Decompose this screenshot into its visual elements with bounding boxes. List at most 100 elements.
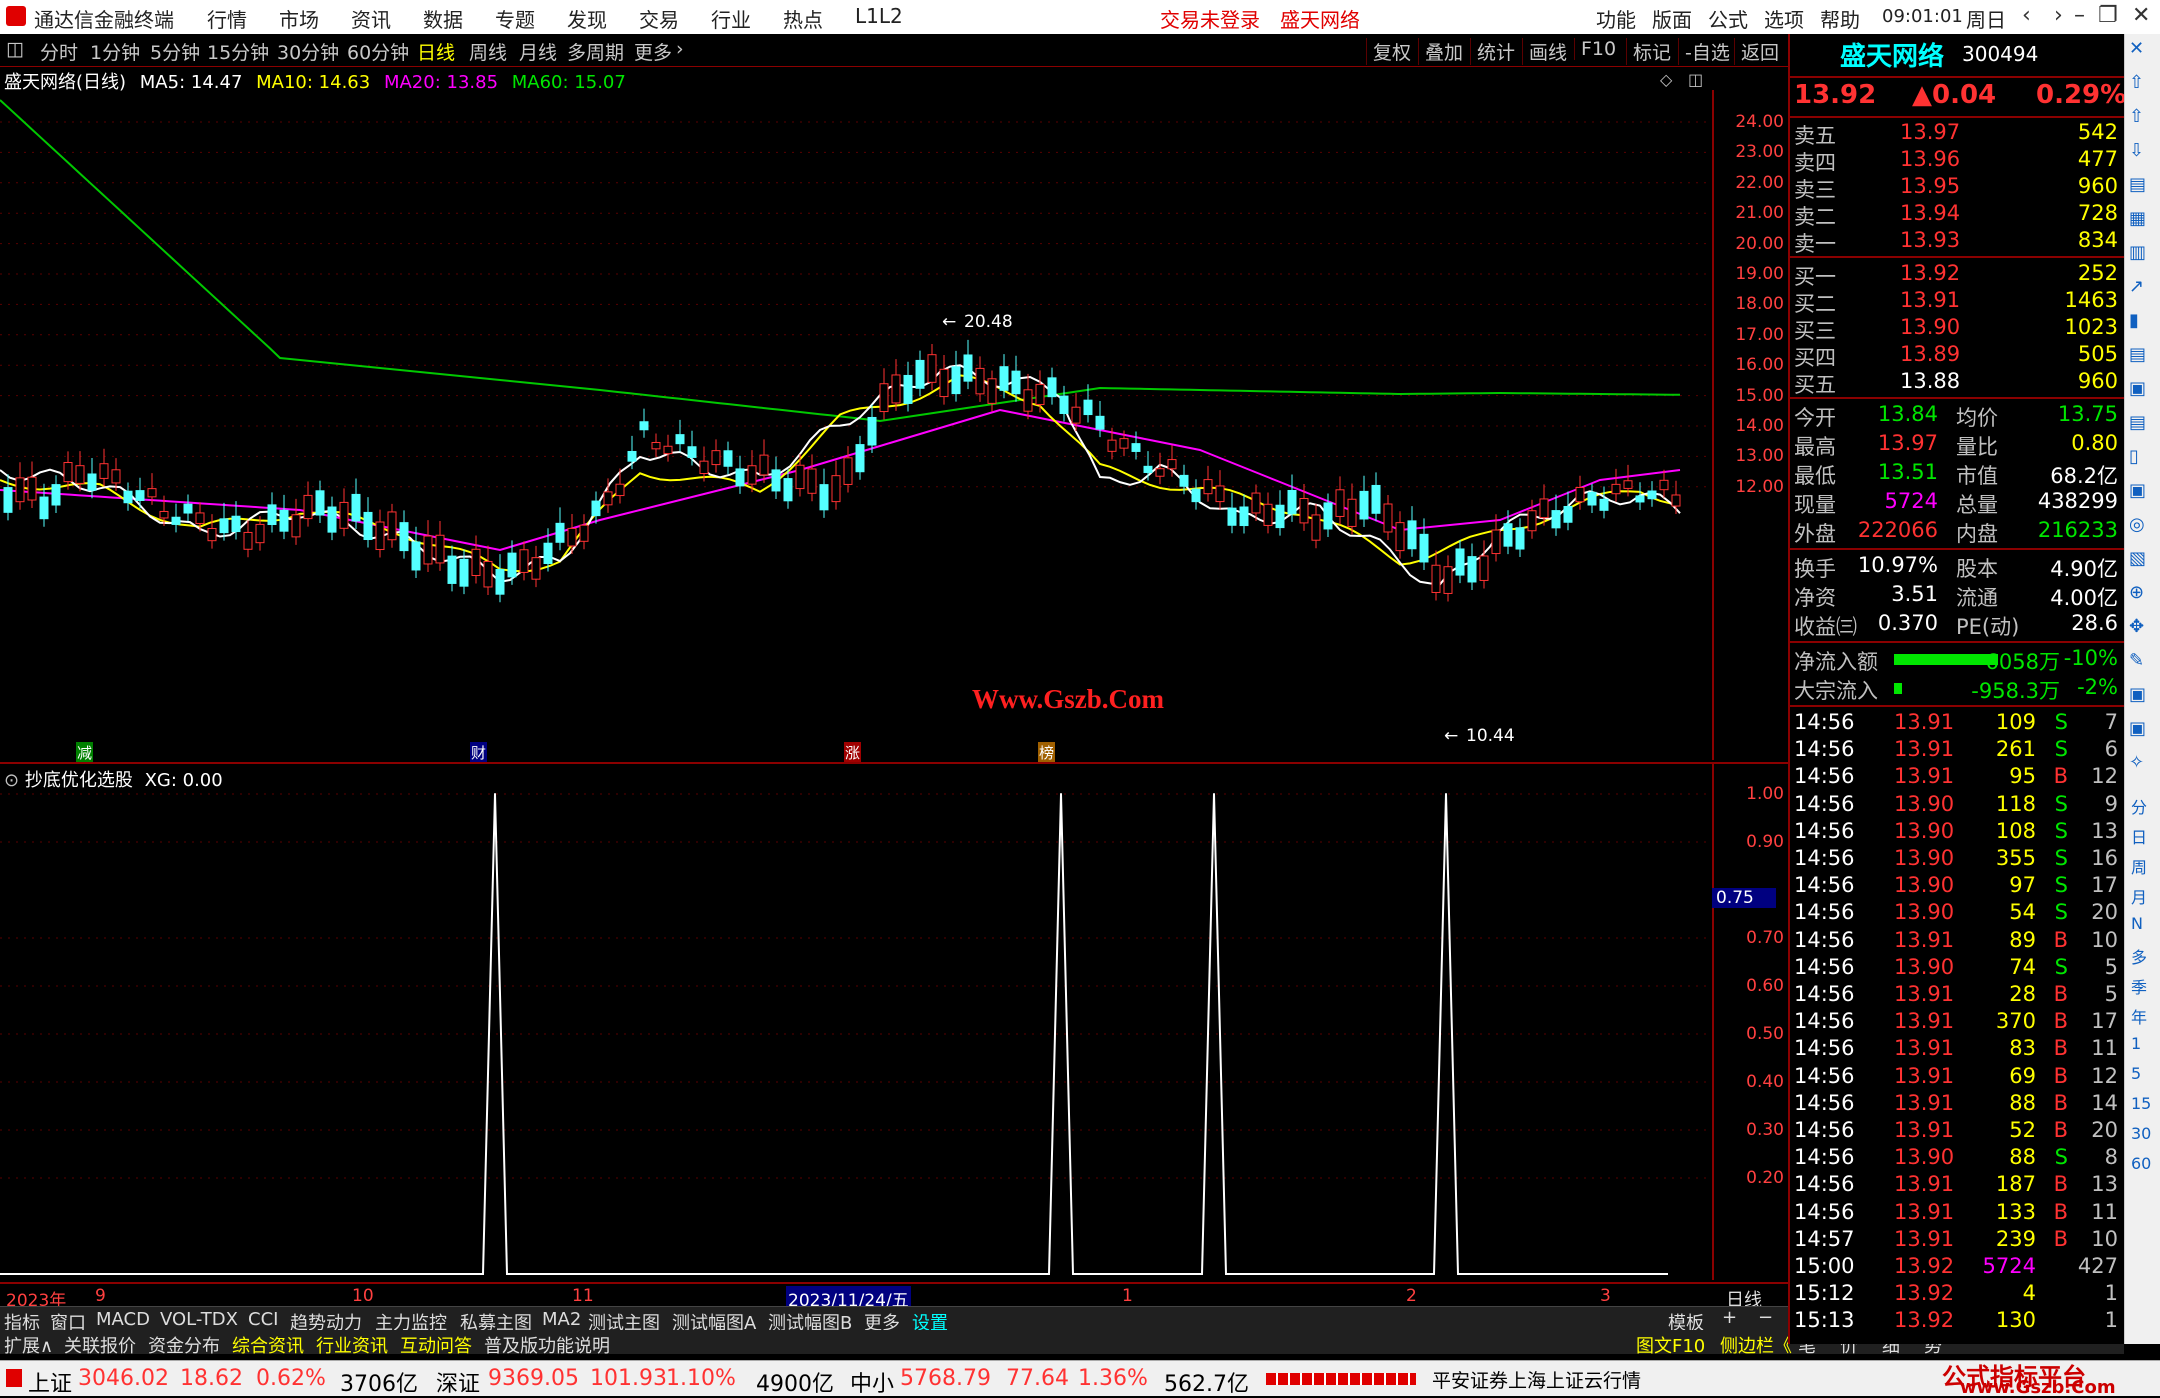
period-shortcut[interactable]: 日	[2131, 824, 2147, 848]
down-icon[interactable]: ⇩	[2129, 140, 2144, 161]
bid-row[interactable]: 买四 13.89 505	[1790, 342, 2124, 370]
extension-tab[interactable]: 行业资讯	[316, 1332, 388, 1358]
extension-tab[interactable]: 普及版功能说明	[484, 1332, 610, 1358]
close-icon[interactable]: ✕	[2129, 38, 2144, 59]
event-marker-limit[interactable]: 涨	[844, 742, 862, 763]
up-arrow-icon[interactable]: ⇧	[2129, 72, 2144, 93]
ask-row[interactable]: 卖四 13.96 477	[1790, 147, 2124, 175]
chevron-right-icon[interactable]: ›	[676, 38, 684, 60]
menu-item-trade[interactable]: 交易	[639, 4, 679, 33]
indicator-tab[interactable]: MACD	[96, 1309, 150, 1330]
up-icon[interactable]: ⇧	[2129, 106, 2144, 127]
chart-icon[interactable]: ↗	[2129, 276, 2144, 297]
menu-item-news[interactable]: 资讯	[351, 4, 391, 33]
window-toggle-icon[interactable]: ◫	[1688, 70, 1703, 89]
list-icon[interactable]: ▦	[2129, 208, 2146, 229]
side-tab[interactable]: 侧边栏《	[1720, 1332, 1792, 1358]
menu-item-hot[interactable]: 热点	[783, 4, 823, 33]
period-shortcut[interactable]: 周	[2131, 854, 2147, 878]
period-shortcut[interactable]: 15	[2131, 1094, 2151, 1113]
remove-watchlist-button[interactable]: -自选	[1678, 38, 1730, 65]
ask-row[interactable]: 卖一 13.93 834	[1790, 228, 2124, 256]
overlay-button[interactable]: 叠加	[1418, 38, 1463, 65]
stats-button[interactable]: 统计	[1470, 38, 1515, 65]
menu-options[interactable]: 选项	[1764, 4, 1804, 33]
move-icon[interactable]: ✥	[2129, 616, 2144, 637]
period-shortcut[interactable]: 多	[2131, 944, 2147, 968]
fs-icon[interactable]: ▣	[2129, 684, 2146, 705]
kline-chart[interactable]	[0, 90, 1712, 760]
indicator-chart[interactable]	[0, 780, 1712, 1280]
extension-tab[interactable]: 资金分布	[148, 1332, 220, 1358]
bid-row[interactable]: 买二 13.91 1463	[1790, 288, 2124, 316]
text-icon[interactable]: ▮	[2129, 310, 2139, 331]
extension-tab[interactable]: 综合资讯	[232, 1332, 304, 1358]
chart-icon[interactable]: ▧	[2129, 548, 2146, 569]
menu-item-market[interactable]: 市场	[279, 4, 319, 33]
period-tab-intraday[interactable]: 分时	[40, 38, 78, 65]
menu-item-l1l2[interactable]: L1L2	[855, 4, 903, 28]
indicator-tab[interactable]: MA2	[542, 1309, 581, 1330]
ask-row[interactable]: 卖二 13.94 728	[1790, 201, 2124, 229]
period-tab-30min[interactable]: 30分钟	[277, 38, 339, 65]
info-icon[interactable]: ▣	[2129, 480, 2146, 501]
pen-icon[interactable]: ✎	[2129, 650, 2144, 671]
bid-row[interactable]: 买一 13.92 252	[1790, 261, 2124, 289]
return-button[interactable]: 返回	[1734, 38, 1779, 65]
menu-item-industry[interactable]: 行业	[711, 4, 751, 33]
panel-toggle-icon[interactable]: ◫	[6, 38, 24, 60]
extension-tab[interactable]: 关联报价	[64, 1332, 136, 1358]
period-tab-multi[interactable]: 多周期	[567, 38, 624, 65]
back-icon[interactable]: ‹	[2022, 3, 2031, 28]
sh-label[interactable]: 上证	[28, 1366, 72, 1398]
menu-help[interactable]: 帮助	[1820, 4, 1860, 33]
chart-icon[interactable]: ▣	[2129, 718, 2146, 739]
remove-icon[interactable]: −	[1758, 1307, 1773, 1328]
extension-tab[interactable]: 扩展∧	[4, 1332, 53, 1358]
period-shortcut[interactable]: N	[2131, 914, 2143, 933]
minimize-icon[interactable]: –	[2074, 3, 2085, 28]
period-tab-60min[interactable]: 60分钟	[347, 38, 409, 65]
mark-button[interactable]: 标记	[1626, 38, 1671, 65]
bid-row[interactable]: 买五 13.88 960	[1790, 369, 2124, 397]
period-shortcut[interactable]: 年	[2131, 1004, 2147, 1028]
period-shortcut[interactable]: 60	[2131, 1154, 2151, 1173]
search-icon[interactable]: ⊕	[2129, 582, 2144, 603]
chart-icon[interactable]: ▥	[2129, 242, 2146, 263]
extension-tab[interactable]: 互动问答	[400, 1332, 472, 1358]
period-tab-daily[interactable]: 日线	[417, 38, 455, 65]
period-shortcut[interactable]: 1	[2131, 1034, 2141, 1053]
period-shortcut[interactable]: 5	[2131, 1064, 2141, 1083]
ask-row[interactable]: 卖五 13.97 542	[1790, 120, 2124, 148]
period-tab-15min[interactable]: 15分钟	[207, 38, 269, 65]
period-shortcut[interactable]: 季	[2131, 974, 2147, 998]
period-shortcut[interactable]: 30	[2131, 1124, 2151, 1143]
side-tab[interactable]: 图文F10	[1636, 1332, 1705, 1358]
menu-layout[interactable]: 版面	[1652, 4, 1692, 33]
event-marker-reduce[interactable]: 减	[76, 742, 94, 763]
menu-item-discover[interactable]: 发现	[567, 4, 607, 33]
target-icon[interactable]: ◎	[2129, 514, 2145, 535]
period-tab-weekly[interactable]: 周线	[469, 38, 507, 65]
sz-label[interactable]: 深证	[436, 1366, 480, 1398]
f10-button[interactable]: F10	[1574, 38, 1616, 60]
diamond-icon[interactable]: ◇	[1660, 70, 1672, 89]
period-tab-more[interactable]: 更多	[634, 38, 672, 65]
period-tab-5min[interactable]: 5分钟	[150, 38, 200, 65]
book-icon[interactable]: ▤	[2129, 412, 2146, 433]
table-icon[interactable]: ▤	[2129, 174, 2146, 195]
event-marker-finance[interactable]: 财	[470, 742, 488, 763]
zx-label[interactable]: 中小	[850, 1366, 894, 1398]
period-tab-monthly[interactable]: 月线	[519, 38, 557, 65]
restore-rights-button[interactable]: 复权	[1366, 38, 1411, 65]
menu-formula[interactable]: 公式	[1708, 4, 1748, 33]
star-icon[interactable]: ✧	[2129, 752, 2144, 773]
menu-item-data[interactable]: 数据	[423, 4, 463, 33]
ask-row[interactable]: 卖三 13.95 960	[1790, 174, 2124, 202]
forward-icon[interactable]: ›	[2054, 3, 2063, 28]
period-shortcut[interactable]: 分	[2131, 794, 2147, 818]
bid-row[interactable]: 买三 13.90 1023	[1790, 315, 2124, 343]
f10-icon[interactable]: ▣	[2129, 378, 2146, 399]
period-shortcut[interactable]: 月	[2131, 884, 2147, 908]
event-marker-list[interactable]: 榜	[1038, 742, 1056, 763]
